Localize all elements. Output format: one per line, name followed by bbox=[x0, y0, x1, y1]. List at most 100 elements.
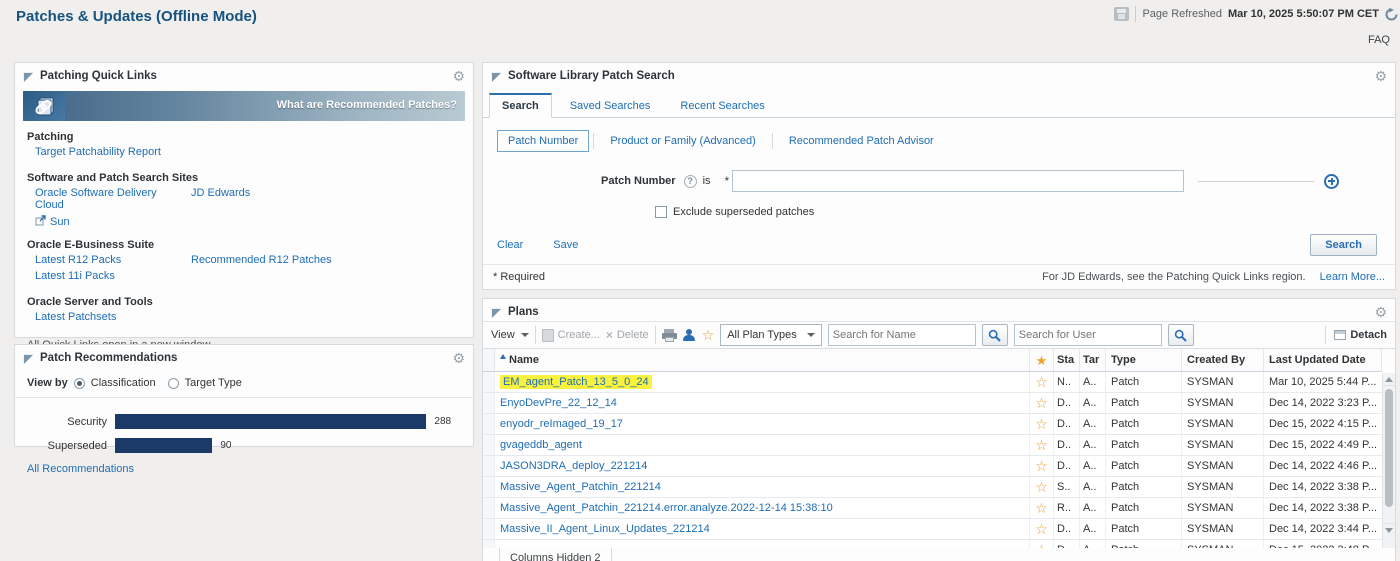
superseded-value: 90 bbox=[220, 440, 231, 451]
delete-button[interactable]: × Delete bbox=[606, 328, 649, 342]
add-criteria-icon[interactable] bbox=[1324, 174, 1339, 189]
link-recommended-r12-patches[interactable]: Recommended R12 Patches bbox=[191, 254, 332, 266]
patch-number-input[interactable] bbox=[732, 170, 1184, 192]
table-row[interactable]: JASON3DRA_deploy_221214 ☆ D.. A.. Patch … bbox=[483, 456, 1382, 477]
search-user-button[interactable] bbox=[1168, 324, 1194, 346]
column-header-favorite[interactable]: ★ bbox=[1030, 349, 1054, 371]
search-name-button[interactable] bbox=[982, 324, 1008, 346]
learn-more-link[interactable]: Learn More... bbox=[1320, 271, 1385, 283]
software-library-patch-search-panel: Software Library Patch Search ⚙ Search S… bbox=[482, 62, 1396, 290]
recommended-patches-banner[interactable]: What are Recommended Patches? bbox=[23, 91, 465, 121]
help-icon[interactable]: ? bbox=[684, 175, 697, 188]
search-button[interactable]: Search bbox=[1310, 234, 1377, 256]
link-latest-r12-packs[interactable]: Latest R12 Packs bbox=[35, 254, 179, 266]
link-sun[interactable]: Sun bbox=[50, 216, 70, 228]
mode-product-or-family[interactable]: Product or Family (Advanced) bbox=[598, 131, 768, 151]
favorite-star-icon[interactable]: ☆ bbox=[1035, 459, 1048, 473]
link-latest-patchsets[interactable]: Latest Patchsets bbox=[35, 311, 179, 323]
search-user-input[interactable] bbox=[1014, 324, 1162, 346]
link-latest-11i-packs[interactable]: Latest 11i Packs bbox=[35, 270, 179, 282]
last-updated-cell: Dec 14, 2022 3:44 P... bbox=[1264, 519, 1382, 539]
faq-link[interactable]: FAQ bbox=[1368, 34, 1390, 46]
collapse-icon[interactable] bbox=[491, 307, 502, 318]
user-plans-button[interactable] bbox=[683, 329, 696, 342]
search-name-input[interactable] bbox=[828, 324, 976, 346]
plan-name-link[interactable]: Massive_Agent_Patchin_221214 bbox=[500, 481, 661, 493]
column-header-name[interactable]: Name bbox=[495, 349, 1030, 371]
table-row[interactable]: Massive_Agent_Patchin_221214.error.analy… bbox=[483, 498, 1382, 519]
table-row[interactable]: EnyoDevPre_22_12_14 ☆ D.. A.. Patch SYSM… bbox=[483, 393, 1382, 414]
plan-name-link[interactable]: enyodr_reImaged_19_17 bbox=[500, 418, 623, 430]
print-button[interactable] bbox=[662, 329, 677, 342]
plan-name-link[interactable]: JASON3DRA_deploy_221214 bbox=[500, 460, 647, 472]
table-row[interactable]: EM_agent_Patch_13_5_0_24 ☆ N.. A.. Patch… bbox=[483, 372, 1382, 393]
column-header-status[interactable]: Sta bbox=[1054, 349, 1080, 371]
gear-icon[interactable]: ⚙ bbox=[1374, 69, 1387, 83]
tab-search[interactable]: Search bbox=[489, 93, 552, 118]
mode-recommended-patch-advisor[interactable]: Recommended Patch Advisor bbox=[777, 131, 946, 151]
favorite-star-icon[interactable]: ☆ bbox=[1035, 501, 1048, 515]
detach-button[interactable]: Detach bbox=[1334, 329, 1387, 341]
scroll-down-button[interactable] bbox=[1383, 523, 1395, 536]
link-oracle-software-delivery-cloud[interactable]: Oracle Software Delivery Cloud bbox=[35, 187, 179, 211]
column-header-last-updated[interactable]: Last Updated Date bbox=[1264, 349, 1382, 371]
divider bbox=[655, 326, 656, 344]
gear-icon[interactable]: ⚙ bbox=[452, 69, 465, 83]
create-button[interactable]: Create... bbox=[542, 329, 600, 342]
bar-label-security: Security bbox=[19, 416, 115, 428]
person-icon bbox=[683, 329, 696, 342]
table-scrollbar[interactable] bbox=[1382, 373, 1395, 548]
link-jd-edwards[interactable]: JD Edwards bbox=[191, 187, 250, 199]
banner-link-label[interactable]: What are Recommended Patches? bbox=[277, 99, 457, 111]
plan-type-select[interactable]: All Plan Types bbox=[720, 324, 822, 346]
gear-icon[interactable]: ⚙ bbox=[452, 351, 465, 365]
collapse-icon[interactable] bbox=[491, 71, 502, 82]
column-header-type[interactable]: Type bbox=[1106, 349, 1182, 371]
tab-recent-searches[interactable]: Recent Searches bbox=[668, 95, 776, 117]
table-row[interactable]: Massive_Agent_Patchin_221214 ☆ S.. A.. P… bbox=[483, 477, 1382, 498]
plan-name-link[interactable]: Massive_II_Agent_Linux_Updates_221214 bbox=[500, 523, 710, 535]
created-by-cell: SYSMAN bbox=[1182, 414, 1264, 434]
required-asterisk: * bbox=[725, 174, 730, 188]
plan-name-link[interactable]: Massive_Agent_Patchin_221214.error.analy… bbox=[500, 502, 833, 514]
security-bar[interactable] bbox=[115, 414, 426, 429]
plan-name-link[interactable]: EM_agent_Patch_13_5_0_24 bbox=[500, 375, 652, 389]
superseded-bar[interactable] bbox=[115, 438, 212, 453]
mode-patch-number[interactable]: Patch Number bbox=[497, 130, 589, 152]
favorite-star-icon[interactable]: ☆ bbox=[1035, 375, 1048, 389]
clear-link[interactable]: Clear bbox=[497, 239, 523, 251]
type-cell: Patch bbox=[1106, 456, 1182, 476]
collapse-icon[interactable] bbox=[23, 71, 34, 82]
collapse-icon[interactable] bbox=[23, 353, 34, 364]
save-link[interactable]: Save bbox=[553, 239, 578, 251]
exclude-superseded-checkbox[interactable] bbox=[655, 206, 667, 218]
link-target-patchability-report[interactable]: Target Patchability Report bbox=[35, 146, 179, 158]
save-icon[interactable] bbox=[1114, 7, 1129, 21]
radio-classification[interactable] bbox=[74, 378, 85, 389]
partially-visible-row[interactable]: ☆ D.. A.. Patch SYSMAN Dec 15, 2022 3:48… bbox=[483, 540, 1382, 548]
favorite-star-icon[interactable]: ☆ bbox=[1035, 438, 1048, 452]
table-row[interactable]: enyodr_reImaged_19_17 ☆ D.. A.. Patch SY… bbox=[483, 414, 1382, 435]
plan-name-link[interactable]: gvageddb_agent bbox=[500, 439, 582, 451]
refresh-icon[interactable] bbox=[1385, 8, 1398, 21]
scrollbar-thumb[interactable] bbox=[1385, 389, 1393, 507]
type-cell: Patch bbox=[1106, 498, 1182, 518]
favorites-filter-star-icon[interactable]: ☆ bbox=[702, 328, 715, 342]
favorite-star-icon[interactable]: ☆ bbox=[1035, 480, 1048, 494]
column-header-target[interactable]: Tar bbox=[1080, 349, 1106, 371]
last-updated-cell: Dec 14, 2022 3:38 P... bbox=[1264, 498, 1382, 518]
view-menu-button[interactable]: View bbox=[491, 329, 529, 341]
table-row[interactable]: gvageddb_agent ☆ D.. A.. Patch SYSMAN De… bbox=[483, 435, 1382, 456]
tab-saved-searches[interactable]: Saved Searches bbox=[558, 95, 663, 117]
gear-icon[interactable]: ⚙ bbox=[1374, 305, 1387, 319]
table-row[interactable]: Massive_II_Agent_Linux_Updates_221214 ☆ … bbox=[483, 519, 1382, 540]
favorite-star-icon[interactable]: ☆ bbox=[1035, 543, 1048, 548]
favorite-star-icon[interactable]: ☆ bbox=[1035, 396, 1048, 410]
scroll-up-button[interactable] bbox=[1383, 373, 1395, 386]
favorite-star-icon[interactable]: ☆ bbox=[1035, 522, 1048, 536]
radio-target-type[interactable] bbox=[168, 378, 179, 389]
column-header-created-by[interactable]: Created By bbox=[1182, 349, 1264, 371]
all-recommendations-link[interactable]: All Recommendations bbox=[27, 463, 134, 475]
favorite-star-icon[interactable]: ☆ bbox=[1035, 417, 1048, 431]
plan-name-link[interactable]: EnyoDevPre_22_12_14 bbox=[500, 397, 617, 409]
